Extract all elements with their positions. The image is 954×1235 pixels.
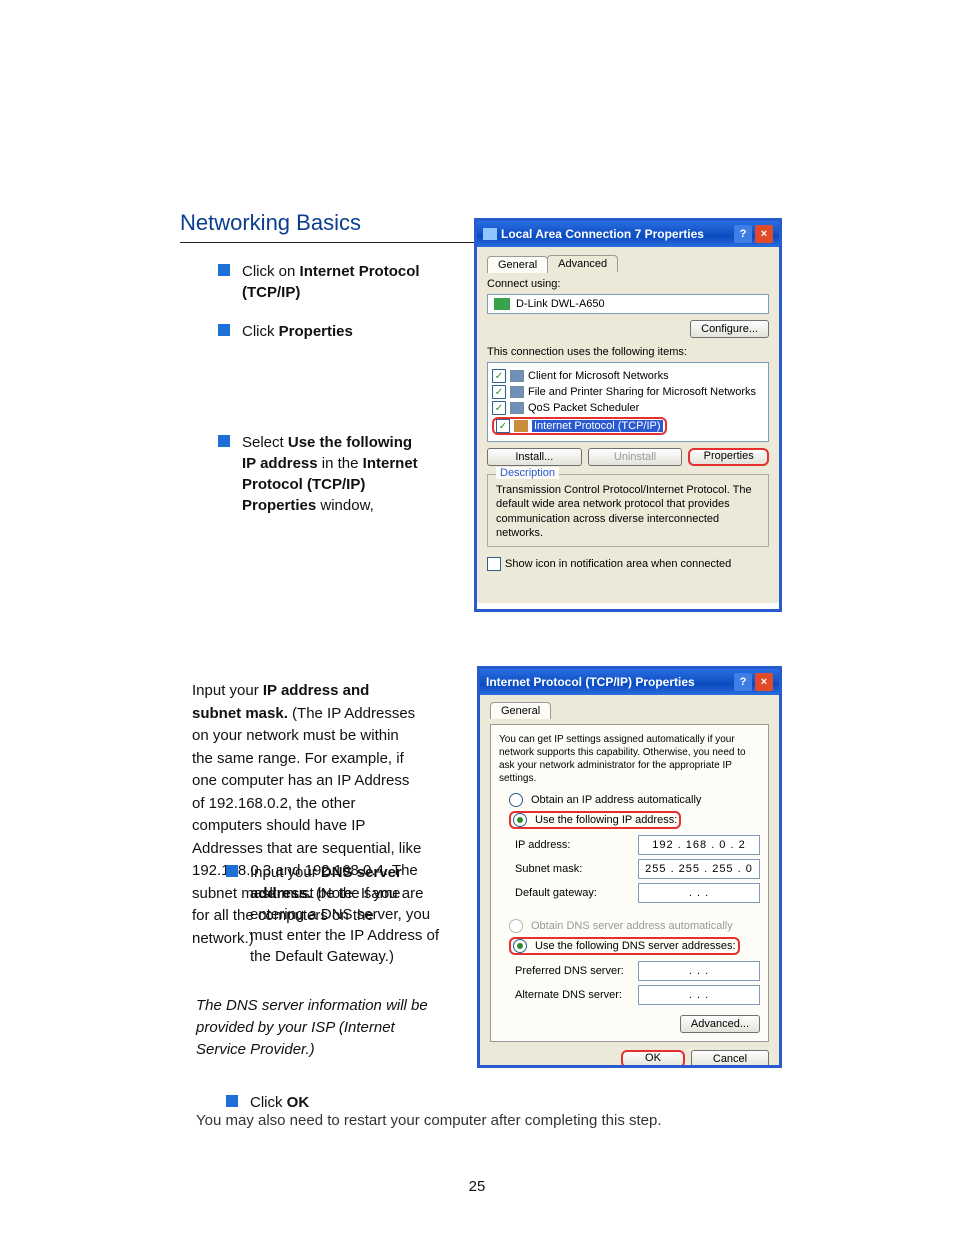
cancel-button[interactable]: Cancel (691, 1050, 769, 1068)
checkbox[interactable]: ✓ (492, 385, 506, 399)
bullet-icon (218, 435, 230, 447)
default-gateway-input[interactable]: . . . (638, 883, 760, 903)
intro-text: You can get IP settings assigned automat… (499, 733, 760, 785)
dns-footer-note: The DNS server information will be provi… (196, 995, 446, 1060)
help-button[interactable]: ? (734, 673, 752, 691)
radio-obtain-ip-auto[interactable]: Obtain an IP address automatically (509, 793, 760, 807)
tab-advanced[interactable]: Advanced (547, 255, 618, 272)
item-tcpip[interactable]: ✓ Internet Protocol (TCP/IP) (492, 417, 764, 435)
advanced-button[interactable]: Advanced... (680, 1015, 760, 1033)
description-text: Transmission Control Protocol/Internet P… (496, 483, 760, 540)
dialog-tcpip-properties: Internet Protocol (TCP/IP) Properties ? … (477, 666, 782, 1068)
bullet-click-properties: Click Properties (218, 321, 428, 342)
tab-general[interactable]: General (490, 702, 551, 719)
bullet-icon (226, 1095, 238, 1107)
item-client-ms-networks[interactable]: ✓ Client for Microsoft Networks (492, 369, 764, 383)
checkbox[interactable]: ✓ (492, 401, 506, 415)
close-button[interactable]: × (755, 225, 773, 243)
titlebar: Local Area Connection 7 Properties ? × (477, 221, 779, 247)
radio (509, 919, 523, 933)
alternate-dns-label: Alternate DNS server: (515, 989, 622, 1001)
radio[interactable] (513, 939, 527, 953)
page-number: 25 (469, 1178, 486, 1195)
tab-general[interactable]: General (487, 256, 548, 273)
item-file-printer-sharing[interactable]: ✓ File and Printer Sharing for Microsoft… (492, 385, 764, 399)
ip-address-input[interactable]: 192 . 168 . 0 . 2 (638, 835, 760, 855)
help-button[interactable]: ? (734, 225, 752, 243)
subnet-mask-input[interactable]: 255 . 255 . 255 . 0 (638, 859, 760, 879)
checkbox[interactable]: ✓ (496, 419, 510, 433)
client-icon (510, 370, 524, 382)
description-group: Description Transmission Control Protoco… (487, 474, 769, 547)
bullet-icon (226, 865, 238, 877)
checkbox[interactable]: ✓ (487, 557, 501, 571)
bullet-select-ip: Select Use the following IP address in t… (218, 432, 428, 516)
ip-address-label: IP address: (515, 839, 570, 851)
default-gateway-label: Default gateway: (515, 887, 597, 899)
bullet-icon (218, 324, 230, 336)
items-list: ✓ Client for Microsoft Networks ✓ File a… (487, 362, 769, 442)
adapter-icon (494, 298, 510, 310)
service-icon (510, 402, 524, 414)
close-button[interactable]: × (755, 673, 773, 691)
item-qos-scheduler[interactable]: ✓ QoS Packet Scheduler (492, 401, 764, 415)
service-icon (510, 386, 524, 398)
radio-obtain-dns-auto: Obtain DNS server address automatically (509, 919, 760, 933)
radio[interactable] (513, 813, 527, 827)
uses-items-label: This connection uses the following items… (487, 346, 769, 358)
subnet-mask-label: Subnet mask: (515, 863, 582, 875)
restart-note: You may also need to restart your comput… (196, 1112, 756, 1129)
titlebar: Internet Protocol (TCP/IP) Properties ? … (480, 669, 779, 695)
adapter-name: D-Link DWL-A650 (516, 298, 605, 310)
connect-using-label: Connect using: (487, 278, 769, 290)
ok-button[interactable]: OK (621, 1050, 685, 1068)
alternate-dns-input[interactable]: . . . (638, 985, 760, 1005)
adapter-box: D-Link DWL-A650 (487, 294, 769, 314)
page: Networking Basics Click on Internet Prot… (0, 0, 954, 1235)
checkbox[interactable]: ✓ (492, 369, 506, 383)
properties-button[interactable]: Properties (688, 448, 769, 466)
preferred-dns-label: Preferred DNS server: (515, 965, 624, 977)
uninstall-button: Uninstall (588, 448, 683, 466)
preferred-dns-input[interactable]: . . . (638, 961, 760, 981)
radio-use-following-ip[interactable]: Use the following IP address: (509, 811, 681, 829)
install-button[interactable]: Install... (487, 448, 582, 466)
window-title: Local Area Connection 7 Properties (501, 227, 704, 241)
show-icon-checkbox-row[interactable]: ✓ Show icon in notification area when co… (487, 557, 769, 571)
description-legend: Description (496, 467, 559, 479)
radio-use-following-dns[interactable]: Use the following DNS server addresses: (509, 937, 740, 955)
dialog-lan-properties: Local Area Connection 7 Properties ? × G… (474, 218, 782, 612)
bullet-click-ok: Click OK (226, 1092, 309, 1113)
window-title: Internet Protocol (TCP/IP) Properties (486, 675, 695, 689)
bullet-click-tcpip: Click on Internet Protocol (TCP/IP) (218, 261, 428, 303)
bullet-dns: Input your DNS server address. (Note: If… (226, 862, 458, 967)
radio[interactable] (509, 793, 523, 807)
protocol-icon (514, 420, 528, 432)
configure-button[interactable]: Configure... (690, 320, 769, 338)
window-icon (483, 228, 497, 240)
bullet-icon (218, 264, 230, 276)
